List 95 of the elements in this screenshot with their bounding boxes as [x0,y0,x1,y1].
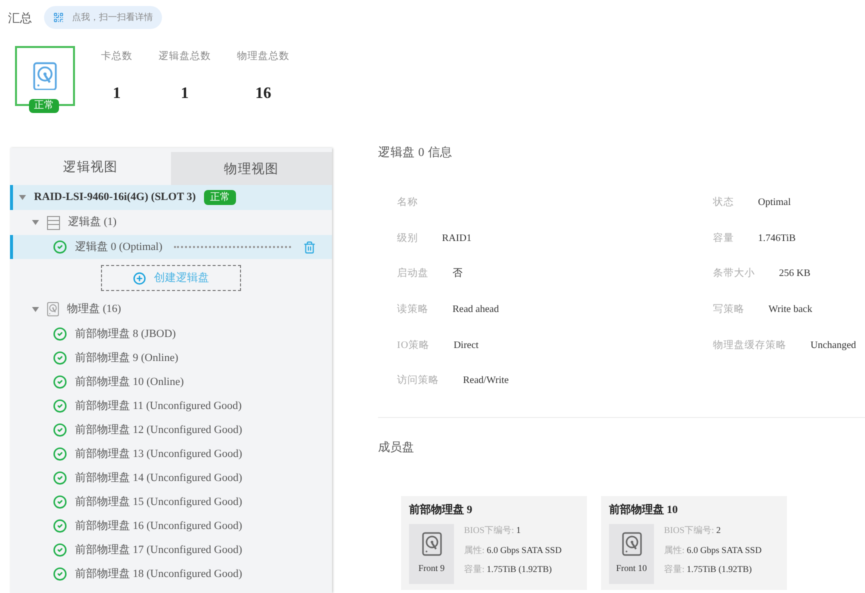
field-value: Direct [454,338,479,353]
tree-item-label: 前部物理盘 12 (Unconfigured Good) [75,422,242,438]
tree-item-label: 前部物理盘 18 (Unconfigured Good) [75,566,242,582]
field-label: 写策略 [713,303,744,318]
group-label: 物理盘 (16) [67,302,122,318]
tree-item[interactable]: 逻辑盘 0 (Optimal) [10,235,332,259]
caret-icon[interactable] [32,220,39,225]
tree-item[interactable]: 前部物理盘 12 (Unconfigured Good) [10,418,332,442]
field-value: 否 [452,267,462,282]
section-title: 逻辑盘 0 信息 [378,144,454,161]
field-label: 访问策略 [397,374,439,388]
tree-item[interactable]: 前部物理盘 9 (Online) [10,346,332,370]
disk-capacity: 容量: 1.75TiB (1.92TB) [464,563,553,576]
stat-value: 1 [180,84,189,104]
field-label: 名称 [397,196,418,210]
delete-icon[interactable] [303,240,316,254]
tree-item[interactable]: 前部物理盘 18 (Unconfigured Good) [10,562,332,586]
check-circle-icon [53,399,67,413]
tree-item-label: 前部物理盘 14 (Unconfigured Good) [75,470,242,486]
tree-item[interactable]: 前部物理盘 11 (Unconfigured Good) [10,394,332,418]
check-circle-icon [53,351,67,365]
check-circle-icon [53,495,67,509]
stat-label: 物理盘总数 [237,50,290,64]
field-label: 启动盘 [397,266,428,282]
field-value: RAID1 [442,232,472,246]
section-title: 成员盘 [378,438,415,456]
tree-item-label: 前部物理盘 17 (Unconfigured Good) [75,542,242,558]
tree-item[interactable]: 前部物理盘 8 (JBOD) [10,322,332,346]
tree-item[interactable]: 前部物理盘 17 (Unconfigured Good) [10,538,332,562]
field-value: Read/Write [463,374,509,388]
disk-attribute: 属性: 6.0 Gbps SATA SSD [464,544,562,557]
field-label: 条带大小 [713,266,755,282]
stat-value: 1 [112,84,121,104]
tree-group-row[interactable]: 物理盘 (16) [10,297,332,322]
slot-label: Front 9 [418,562,445,576]
field-value: Unchanged [810,338,856,353]
slot-label: Front 10 [616,562,647,576]
check-circle-icon [53,519,67,533]
field-label: 物理盘缓存策略 [713,338,786,353]
field-value: Read ahead [452,303,499,318]
tree-item-label: 前部物理盘 8 (JBOD) [75,326,176,342]
tree-item[interactable]: 前部物理盘 10 (Online) [10,370,332,394]
check-circle-icon [53,471,67,485]
stat-value: 16 [255,84,272,104]
qr-code-icon [53,12,64,23]
tree-item-label: 前部物理盘 16 (Unconfigured Good) [75,518,242,534]
tree-item-label: 前部物理盘 10 (Online) [75,374,184,390]
check-circle-icon [53,543,67,557]
check-circle-icon [53,423,67,437]
page-title: 汇总 [8,10,32,26]
disk-attribute: 属性: 6.0 Gbps SATA SSD [664,544,762,557]
tree-item-label: 前部物理盘 13 (Unconfigured Good) [75,446,242,462]
field-label: 容量 [713,232,734,246]
tree-group-row[interactable]: 逻辑盘 (1) [10,210,332,235]
tree-item-label: 前部物理盘 9 (Online) [75,350,178,366]
view-tab[interactable]: 逻辑视图 [10,148,171,185]
member-disk-card[interactable]: 前部物理盘 9 Front 9 BIOS下编号: 1 属性: 6.0 Gbps SATA SSD 容量: 1.75TiB (1.92TB) [401,496,587,590]
tree-item[interactable]: 前部物理盘 13 (Unconfigured Good) [10,442,332,466]
check-circle-icon [53,375,67,389]
tree-item[interactable]: 前部物理盘 14 (Unconfigured Good) [10,466,332,490]
tree-item[interactable]: 前部物理盘 16 (Unconfigured Good) [10,514,332,538]
field-value: 256 KB [779,267,810,282]
member-disk-card[interactable]: 前部物理盘 10 Front 10 BIOS下编号: 2 属性: 6.0 Gbps SATA SSD 容量: 1.75TiB (1.92TB) [601,496,787,590]
field-value: 1.746TiB [758,232,796,246]
tree-item-label: 前部物理盘 15 (Unconfigured Good) [75,494,242,510]
server-stack-icon [47,216,60,230]
caret-icon[interactable] [32,307,39,312]
group-label: 逻辑盘 (1) [68,215,117,230]
controller-row[interactable]: RAID-LSI-9460-16i(4G) (SLOT 3) 正常 [10,185,332,210]
field-label: IO策略 [397,338,430,353]
stat-label: 逻辑盘总数 [158,50,211,64]
check-circle-icon [53,240,67,254]
view-tab[interactable]: 物理视图 [171,152,332,185]
check-circle-icon [53,447,67,461]
tree-item[interactable]: 前部物理盘 15 (Unconfigured Good) [10,490,332,514]
tree-item-label: 前部物理盘 11 (Unconfigured Good) [75,398,242,414]
tree-item-label: 逻辑盘 0 (Optimal) [75,240,162,255]
bios-index: BIOS下编号: 1 [464,524,522,538]
field-label: 级别 [397,232,418,246]
field-value: Optimal [758,196,791,210]
bios-index: BIOS下编号: 2 [664,524,722,538]
check-circle-icon [53,327,67,341]
stat-label: 卡总数 [101,50,132,64]
status-badge: 正常 [204,190,236,205]
caret-icon[interactable] [19,195,26,200]
disk-capacity: 容量: 1.75TiB (1.92TB) [664,563,753,576]
field-label: 读策略 [397,302,428,318]
field-value: Write back [768,303,812,318]
check-circle-icon [53,567,67,581]
plus-circle-icon [133,272,146,284]
controller-label: RAID-LSI-9460-16i(4G) (SLOT 3) [34,190,196,206]
member-title: 前部物理盘 9 [409,502,474,518]
status-badge: 正常 [29,99,59,113]
member-title: 前部物理盘 10 [609,502,679,518]
field-label: 状态 [713,196,734,210]
